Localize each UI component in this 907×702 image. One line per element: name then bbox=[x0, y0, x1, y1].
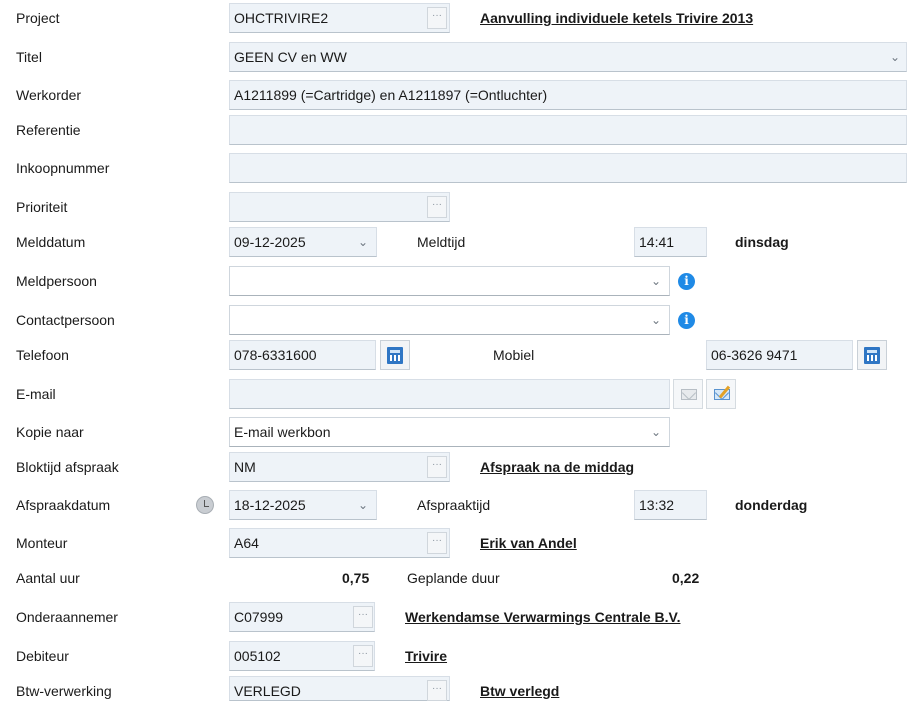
send-email-button[interactable] bbox=[673, 379, 703, 409]
mobiel-label: Mobiel bbox=[493, 347, 535, 363]
aantal-uur-value: 0,75 bbox=[342, 570, 370, 586]
inkoopnummer-label: Inkoopnummer bbox=[16, 160, 110, 176]
werkorder-value: A1211899 (=Cartridge) en A1211897 (=Ontl… bbox=[234, 87, 548, 103]
monteur-link[interactable]: Erik van Andel bbox=[480, 532, 577, 554]
debiteur-label: Debiteur bbox=[16, 648, 69, 664]
btw-label: Btw-verwerking bbox=[16, 683, 112, 699]
kopie-value: E-mail werkbon bbox=[234, 424, 331, 440]
bloktijd-lookup-button[interactable]: ··· bbox=[427, 456, 447, 478]
monteur-value: A64 bbox=[234, 535, 259, 551]
afspraakdatum-field[interactable]: 18-12-2025 bbox=[229, 490, 377, 520]
afspraakdatum-value: 18-12-2025 bbox=[234, 497, 306, 513]
project-value: OHCTRIVIRE2 bbox=[234, 10, 329, 26]
mobiel-value: 06-3626 9471 bbox=[711, 347, 798, 363]
btw-link[interactable]: Btw verlegd bbox=[480, 680, 559, 702]
meldpersoon-label: Meldpersoon bbox=[16, 273, 97, 289]
onderaannemer-value: C07999 bbox=[234, 609, 284, 625]
geplande-duur-label: Geplande duur bbox=[407, 570, 500, 586]
bloktijd-field[interactable]: NM bbox=[229, 452, 450, 482]
telefoon-dial-button[interactable] bbox=[380, 340, 410, 370]
referentie-label: Referentie bbox=[16, 122, 81, 138]
monteur-lookup-button[interactable]: ··· bbox=[427, 532, 447, 554]
kopie-chevron-down-icon[interactable]: ⌄ bbox=[649, 425, 663, 439]
contactpersoon-dropdown[interactable] bbox=[229, 305, 670, 335]
phone-dial-icon bbox=[864, 347, 880, 364]
bloktijd-value: NM bbox=[234, 459, 256, 475]
titel-value: GEEN CV en WW bbox=[234, 49, 347, 65]
titel-label: Titel bbox=[16, 49, 42, 65]
btw-value: VERLEGD bbox=[234, 683, 301, 699]
debiteur-value: 005102 bbox=[234, 648, 281, 664]
melddatum-value: 09-12-2025 bbox=[234, 234, 306, 250]
project-label: Project bbox=[16, 10, 60, 26]
meldpersoon-dropdown[interactable] bbox=[229, 266, 670, 296]
bloktijd-link[interactable]: Afspraak na de middag bbox=[480, 456, 634, 478]
project-link[interactable]: Aanvulling individuele ketels Trivire 20… bbox=[480, 7, 753, 29]
melddatum-label: Melddatum bbox=[16, 234, 86, 250]
mobiel-dial-button[interactable] bbox=[857, 340, 887, 370]
titel-dropdown[interactable]: GEEN CV en WW bbox=[229, 42, 907, 72]
project-lookup-button[interactable]: ··· bbox=[427, 7, 447, 29]
btw-field[interactable]: VERLEGD bbox=[229, 676, 450, 701]
debiteur-lookup-button[interactable]: ··· bbox=[353, 645, 373, 667]
email-label: E-mail bbox=[16, 386, 56, 402]
meldtijd-value: 14:41 bbox=[639, 234, 675, 250]
onderaannemer-lookup-button[interactable]: ··· bbox=[353, 606, 373, 628]
monteur-label: Monteur bbox=[16, 535, 68, 551]
inkoopnummer-field[interactable] bbox=[229, 153, 907, 183]
afspraakdatum-chevron-down-icon[interactable]: ⌄ bbox=[356, 498, 370, 512]
afspraakdatum-weekday: donderdag bbox=[735, 497, 808, 513]
debiteur-link[interactable]: Trivire bbox=[405, 645, 447, 667]
prioriteit-lookup-button[interactable]: ··· bbox=[427, 196, 447, 218]
monteur-field[interactable]: A64 bbox=[229, 528, 450, 558]
meldtijd-label: Meldtijd bbox=[417, 234, 466, 250]
onderaannemer-link[interactable]: Werkendamse Verwarmings Centrale B.V. bbox=[405, 606, 680, 628]
werkorder-label: Werkorder bbox=[16, 87, 82, 103]
prioriteit-label: Prioriteit bbox=[16, 199, 68, 215]
afspraakdatum-label: Afspraakdatum bbox=[16, 497, 111, 513]
meldpersoon-info-icon[interactable]: i bbox=[678, 273, 695, 290]
kopie-label: Kopie naar bbox=[16, 424, 84, 440]
envelope-icon bbox=[681, 389, 697, 400]
geplande-duur-value: 0,22 bbox=[672, 570, 700, 586]
melddatum-field[interactable]: 09-12-2025 bbox=[229, 227, 377, 257]
afspraaktijd-label: Afspraaktijd bbox=[417, 497, 491, 513]
btw-lookup-button[interactable]: ··· bbox=[427, 680, 447, 701]
titel-chevron-down-icon[interactable]: ⌄ bbox=[888, 50, 902, 64]
aantal-uur-label: Aantal uur bbox=[16, 570, 80, 586]
compose-email-button[interactable] bbox=[706, 379, 736, 409]
telefoon-field[interactable]: 078-6331600 bbox=[229, 340, 376, 370]
mobiel-field[interactable]: 06-3626 9471 bbox=[706, 340, 853, 370]
melddatum-weekday: dinsdag bbox=[735, 234, 789, 250]
meldtijd-field[interactable]: 14:41 bbox=[634, 227, 707, 257]
prioriteit-field[interactable] bbox=[229, 192, 450, 222]
phone-dial-icon bbox=[387, 347, 403, 364]
melddatum-chevron-down-icon[interactable]: ⌄ bbox=[356, 235, 370, 249]
contactpersoon-chevron-down-icon[interactable]: ⌄ bbox=[649, 313, 663, 327]
afspraaktijd-field[interactable]: 13:32 bbox=[634, 490, 707, 520]
contactpersoon-info-icon[interactable]: i bbox=[678, 312, 695, 329]
contactpersoon-label: Contactpersoon bbox=[16, 312, 115, 328]
referentie-field[interactable] bbox=[229, 115, 907, 145]
telefoon-label: Telefoon bbox=[16, 347, 69, 363]
kopie-dropdown[interactable]: E-mail werkbon bbox=[229, 417, 670, 447]
meldpersoon-chevron-down-icon[interactable]: ⌄ bbox=[649, 274, 663, 288]
bloktijd-label: Bloktijd afspraak bbox=[16, 459, 119, 475]
project-field[interactable]: OHCTRIVIRE2 bbox=[229, 3, 450, 33]
afspraaktijd-value: 13:32 bbox=[639, 497, 675, 513]
email-field[interactable] bbox=[229, 379, 670, 409]
werkorder-field[interactable]: A1211899 (=Cartridge) en A1211897 (=Ontl… bbox=[229, 80, 907, 110]
calendar-clock-icon[interactable] bbox=[196, 496, 214, 514]
telefoon-value: 078-6331600 bbox=[234, 347, 317, 363]
onderaannemer-label: Onderaannemer bbox=[16, 609, 118, 625]
